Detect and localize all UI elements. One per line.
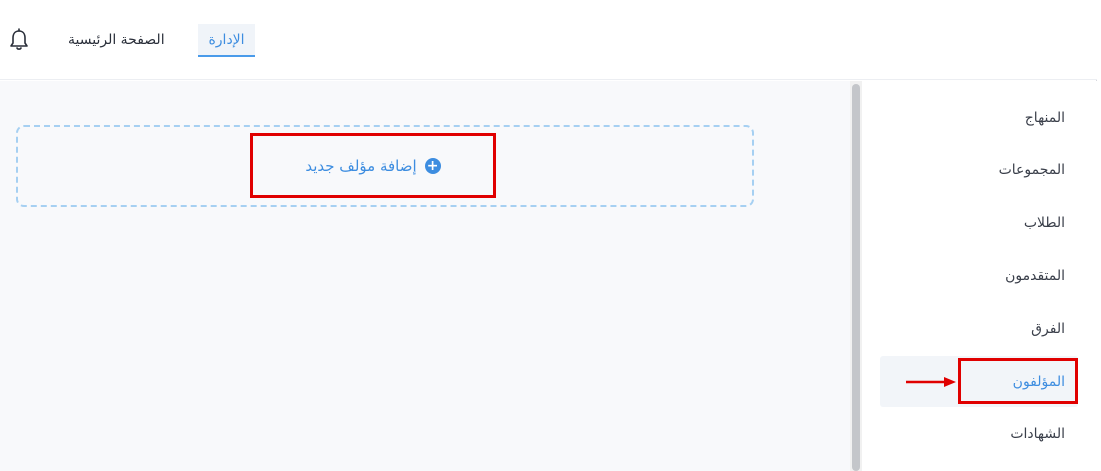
sidebar-item-teams[interactable]: الفرق bbox=[1031, 321, 1065, 337]
sidebar-item-authors-label: المؤلفون bbox=[1012, 374, 1065, 390]
sidebar-item-curriculum[interactable]: المنهاج bbox=[1025, 110, 1065, 126]
sidebar-item-certificates[interactable]: الشهادات bbox=[1010, 426, 1065, 442]
bell-icon[interactable] bbox=[8, 28, 30, 52]
add-author-label: إضافة مؤلف جديد bbox=[305, 156, 417, 175]
sidebar-item-applicants[interactable]: المتقدمون bbox=[1005, 268, 1065, 284]
nav-home-link[interactable]: الصفحة الرئيسية bbox=[68, 32, 165, 48]
add-author-button[interactable]: + إضافة مؤلف جديد bbox=[250, 133, 496, 198]
sidebar-item-groups[interactable]: المجموعات bbox=[999, 162, 1065, 178]
plus-circle-icon: + bbox=[424, 157, 441, 174]
scrollbar-thumb[interactable] bbox=[852, 84, 860, 471]
arrow-right-icon bbox=[906, 377, 956, 387]
sidebar-item-students[interactable]: الطلاب bbox=[1024, 215, 1065, 231]
nav-admin-tab[interactable]: الإدارة bbox=[198, 24, 255, 57]
top-header: الصفحة الرئيسية الإدارة bbox=[0, 0, 1097, 80]
